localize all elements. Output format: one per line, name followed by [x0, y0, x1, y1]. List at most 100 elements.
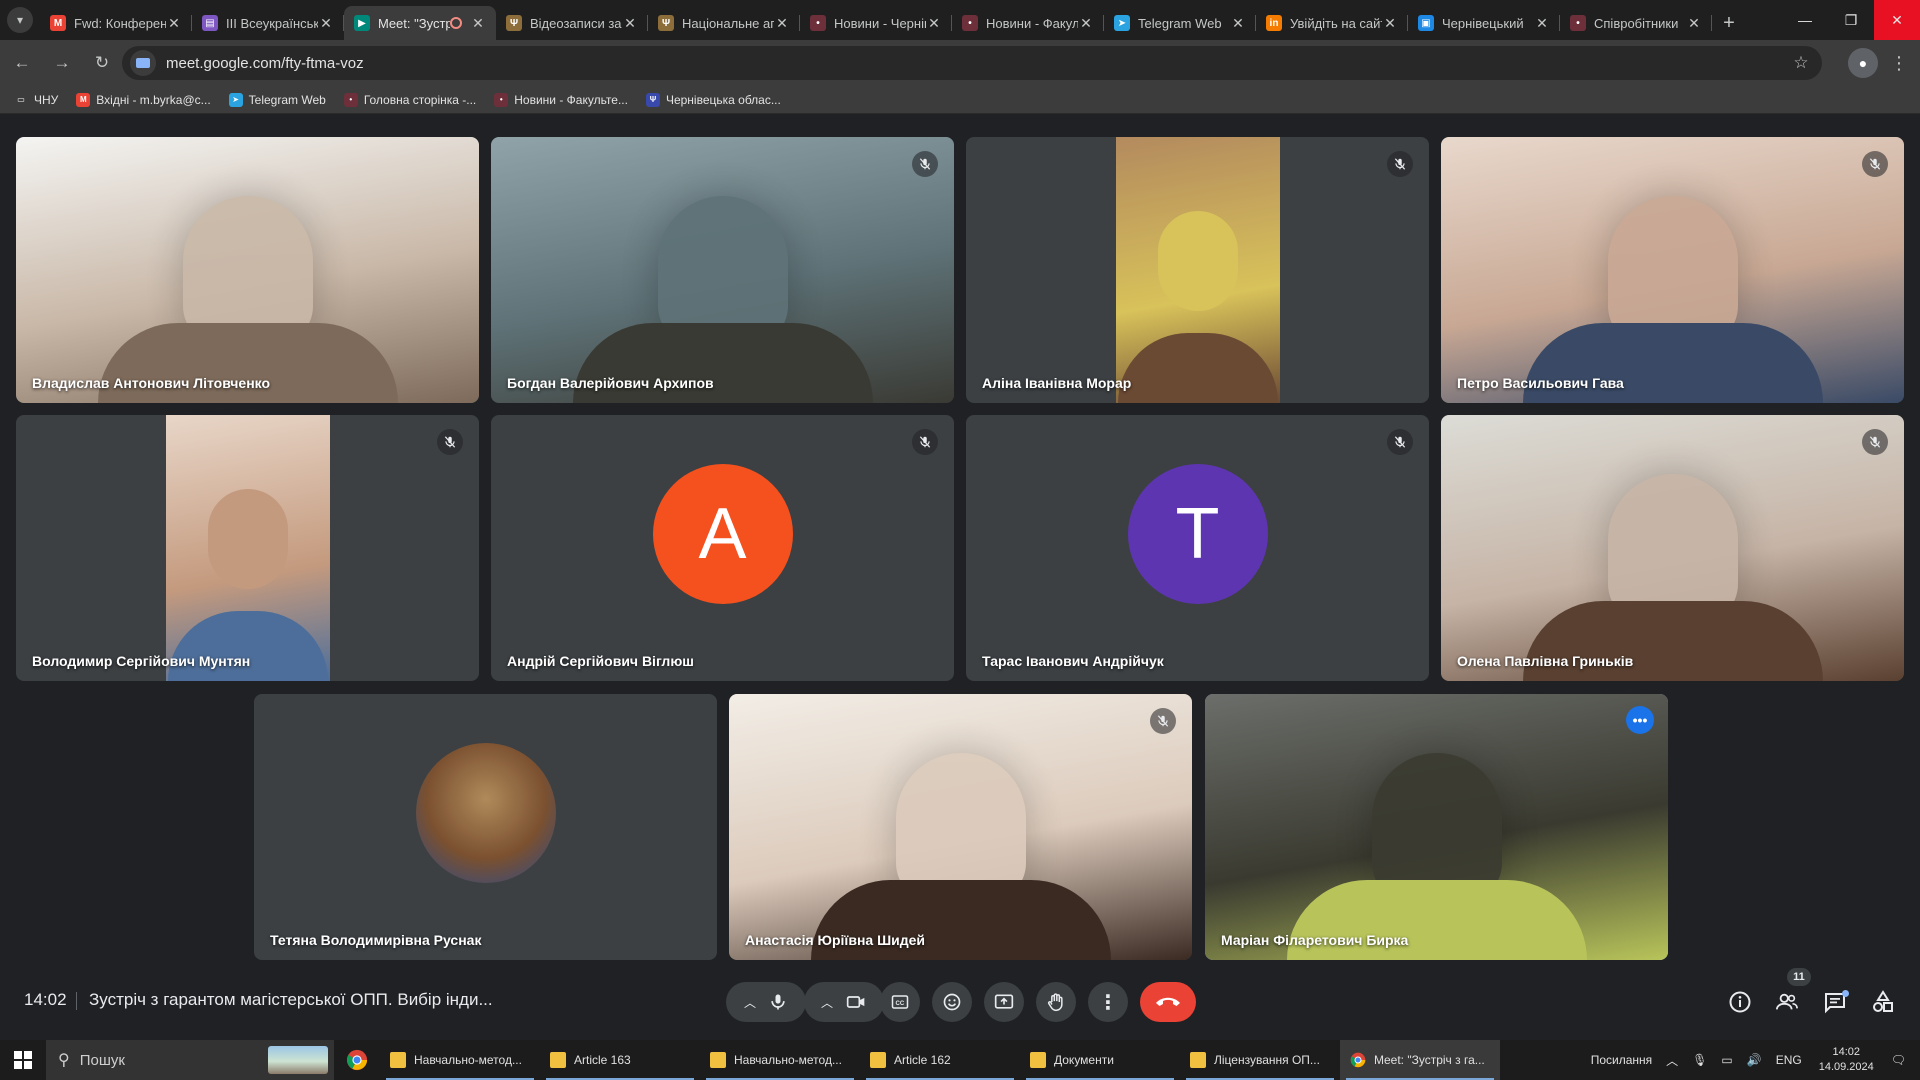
meeting-details-button[interactable] [1720, 982, 1760, 1022]
taskbar-app[interactable]: Документи [1020, 1040, 1180, 1080]
browser-tab[interactable]: Ψ Національне агентство✕ [648, 6, 800, 40]
raise-hand-button[interactable] [1036, 982, 1076, 1022]
reload-button[interactable]: ↻ [84, 45, 120, 81]
close-tab-icon[interactable]: ✕ [1230, 15, 1246, 32]
language-indicator[interactable]: ENG [1776, 1053, 1802, 1067]
browser-tab[interactable]: ➤ Telegram Web ✕ [1104, 6, 1256, 40]
new-tab-button[interactable]: + [1712, 6, 1746, 40]
url-text[interactable]: meet.google.com/fty-ftma-voz [166, 55, 1786, 72]
taskbar-app[interactable]: Навчально-метод... [380, 1040, 540, 1080]
more-options-button[interactable]: ⋮ [1088, 982, 1128, 1022]
taskbar-clock[interactable]: 14:02 14.09.2024 [1819, 1045, 1874, 1075]
leave-call-button[interactable] [1140, 982, 1196, 1022]
browser-tab[interactable]: in Увійдіть на сайт ✕ [1256, 6, 1408, 40]
address-bar[interactable]: meet.google.com/fty-ftma-voz ☆ [122, 46, 1822, 80]
taskbar-search[interactable]: ⚲ Пошук [46, 1040, 334, 1080]
bookmark-item[interactable]: ➤ Telegram Web [228, 92, 326, 107]
search-highlight-image [268, 1046, 328, 1074]
browser-tab[interactable]: • Співробітники ✕ [1560, 6, 1712, 40]
taskbar-app[interactable]: Навчально-метод... [700, 1040, 860, 1080]
tile-more-options-icon[interactable]: ••• [1626, 706, 1654, 734]
participant-tile[interactable]: Петро Васильович Гава [1441, 137, 1904, 403]
tab-search-button[interactable]: ▾ [0, 0, 40, 40]
chevron-up-icon[interactable]: ︿ [1666, 1052, 1678, 1069]
participant-tile[interactable]: Олена Павлівна Гриньків [1441, 415, 1904, 681]
chevron-up-icon[interactable]: ︿ [821, 994, 833, 1011]
network-icon[interactable]: ▭ [1721, 1053, 1732, 1067]
close-tab-icon[interactable]: ✕ [1686, 15, 1702, 32]
participant-name: Володимир Сергійович Мунтян [32, 653, 251, 669]
site-info-icon[interactable] [130, 50, 156, 76]
bookmark-item[interactable]: • Новини - Факульте... [494, 92, 628, 107]
close-tab-icon[interactable]: ✕ [318, 15, 334, 32]
back-button[interactable]: ← [4, 45, 40, 81]
participant-tile[interactable]: А Андрій Сергійович Віглюш [491, 415, 954, 681]
browser-tab[interactable]: • Новини - Факультет✕ [952, 6, 1104, 40]
bookmark-favicon-icon: ➤ [228, 92, 243, 107]
captions-button[interactable]: CC [880, 982, 920, 1022]
participant-tile[interactable]: Т Тарас Іванович Андрійчук [966, 415, 1429, 681]
people-button[interactable] [1767, 982, 1807, 1022]
hand-icon [1047, 993, 1063, 1012]
restore-button[interactable]: ❐ [1828, 0, 1874, 40]
notifications-icon[interactable]: 🗨 [1891, 1053, 1906, 1067]
taskbar-app-label: Ліцензування ОП... [1214, 1053, 1320, 1067]
mic-off-icon [1862, 151, 1888, 177]
close-window-button[interactable]: ✕ [1874, 0, 1920, 40]
microphone-tray-icon[interactable]: 🎙 [1692, 1053, 1707, 1067]
browser-menu-icon[interactable]: ⋮ [1884, 48, 1914, 78]
bookmark-item[interactable]: ▭ ЧНУ [14, 92, 58, 107]
microphone-icon[interactable] [768, 992, 788, 1012]
browser-tab[interactable]: M Fwd: Конференція✕ [40, 6, 192, 40]
volume-icon[interactable]: 🔊 [1747, 1053, 1762, 1067]
bookmark-item[interactable]: • Головна сторінка -... [343, 92, 476, 107]
profile-avatar[interactable]: ● [1848, 48, 1878, 78]
participant-tile[interactable]: Володимир Сергійович Мунтян [16, 415, 479, 681]
browser-tab[interactable]: Ψ Відеозаписи засідань✕ [496, 6, 648, 40]
taskbar-app-label: Навчально-метод... [414, 1053, 522, 1067]
meeting-title[interactable]: Зустріч з гарантом магістерської ОПП. Ви… [89, 990, 493, 1010]
activities-button[interactable] [1863, 982, 1903, 1022]
folder-icon [550, 1052, 566, 1068]
close-tab-icon[interactable]: ✕ [166, 15, 182, 32]
emoji-reactions-button[interactable] [932, 982, 972, 1022]
participant-tile[interactable]: ••• Маріан Філаретович Бирка [1205, 694, 1668, 960]
tab-favicon-icon: • [962, 15, 978, 31]
close-tab-icon[interactable]: ✕ [622, 15, 638, 32]
taskbar-app[interactable]: Meet: "Зустріч з га... [1340, 1040, 1500, 1080]
present-screen-button[interactable] [984, 982, 1024, 1022]
participant-tile[interactable]: Аліна Іванівна Морар [966, 137, 1429, 403]
forward-button[interactable]: → [44, 45, 80, 81]
browser-tab[interactable]: ▣ Чернівецький ✕ [1408, 6, 1560, 40]
close-tab-icon[interactable]: ✕ [926, 15, 942, 32]
participant-tile[interactable]: Анастасія Юріївна Шидей [729, 694, 1192, 960]
participant-tile[interactable]: Богдан Валерійович Архипов [491, 137, 954, 403]
microphone-control[interactable]: ︿ [726, 982, 806, 1022]
taskbar-app[interactable]: Article 163 [540, 1040, 700, 1080]
close-tab-icon[interactable]: ✕ [470, 15, 486, 32]
close-tab-icon[interactable]: ✕ [1534, 15, 1550, 32]
close-tab-icon[interactable]: ✕ [1078, 15, 1094, 32]
taskbar-app[interactable]: Ліцензування ОП... [1180, 1040, 1340, 1080]
bookmark-item[interactable]: Ψ Чернівецька облас... [645, 92, 781, 107]
bookmark-star-icon[interactable]: ☆ [1786, 53, 1816, 73]
browser-tab[interactable]: ▤ III Всеукраїнська ✕ [192, 6, 344, 40]
camera-icon[interactable] [845, 992, 867, 1012]
close-tab-icon[interactable]: ✕ [774, 15, 790, 32]
browser-tab[interactable]: • Новини - Чернівецький✕ [800, 6, 952, 40]
links-toolbar[interactable]: Посилання [1591, 1053, 1652, 1067]
start-button[interactable] [0, 1040, 46, 1080]
browser-tab[interactable]: ▶ Meet: "Зустріч з гарантом" ✕ [344, 6, 496, 40]
minimize-button[interactable]: — [1782, 0, 1828, 40]
bookmark-item[interactable]: M Вхідні - m.byrka@c... [76, 92, 211, 107]
taskbar-app[interactable]: Article 162 [860, 1040, 1020, 1080]
chevron-up-icon[interactable]: ︿ [744, 994, 756, 1011]
participant-tile[interactable]: Владислав Антонович Літовченко [16, 137, 479, 403]
tab-label: Telegram Web [1138, 15, 1222, 31]
tab-favicon-icon: ▣ [1418, 15, 1434, 31]
chat-button[interactable] [1815, 982, 1855, 1022]
taskbar-chrome[interactable] [334, 1040, 380, 1080]
camera-control[interactable]: ︿ [804, 982, 884, 1022]
participant-tile[interactable]: Тетяна Володимирівна Руснак [254, 694, 717, 960]
close-tab-icon[interactable]: ✕ [1382, 15, 1398, 32]
